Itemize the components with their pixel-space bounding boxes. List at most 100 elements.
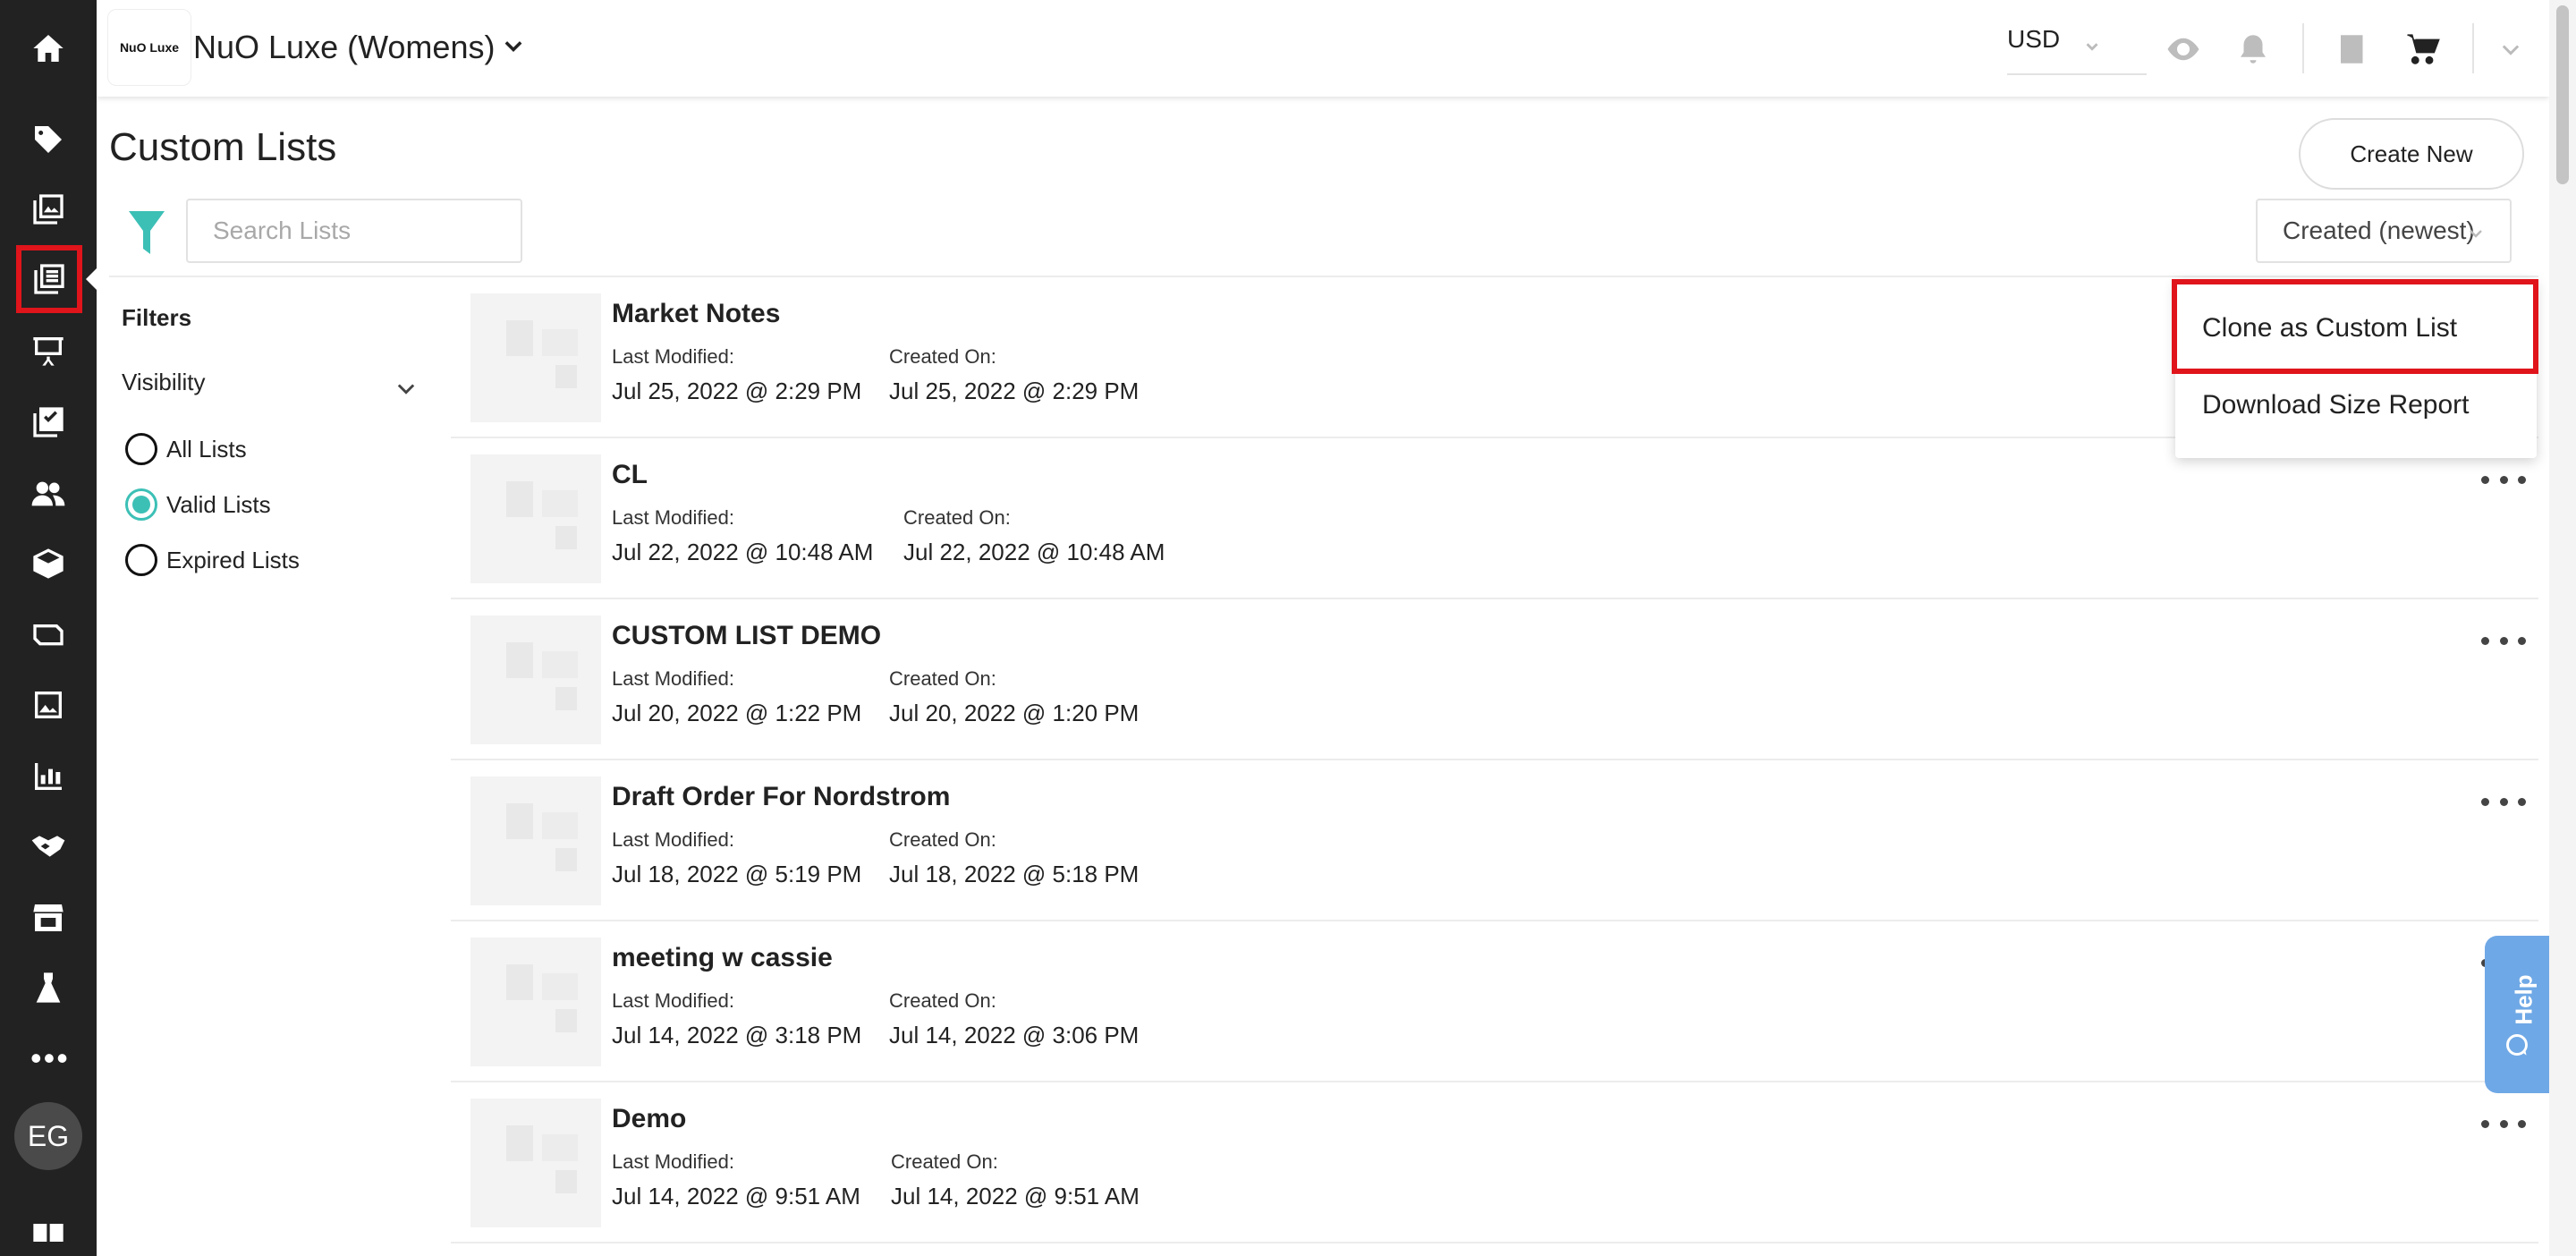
more-options-icon[interactable] xyxy=(2481,630,2526,651)
filter-option-expired-lists[interactable]: Expired Lists xyxy=(125,544,300,576)
list-item[interactable]: CUSTOM LIST DEMO Last Modified: Jul 20, … xyxy=(451,601,2538,760)
filter-icon[interactable] xyxy=(129,211,165,259)
list-name[interactable]: CUSTOM LIST DEMO xyxy=(612,621,881,651)
filters-heading: Filters xyxy=(122,304,192,331)
menu-item-clone-as-custom-list[interactable]: Clone as Custom List xyxy=(2202,313,2457,344)
list-name[interactable]: Demo xyxy=(612,1104,686,1134)
left-sidebar: ••• EG xyxy=(0,0,98,1256)
more-icon[interactable]: ••• xyxy=(30,1042,70,1074)
created-on-value: Jul 18, 2022 @ 5:18 PM xyxy=(889,861,1140,887)
chevron-down-icon xyxy=(2082,34,2102,63)
list-name[interactable]: CL xyxy=(612,460,648,490)
divider xyxy=(2472,23,2474,73)
list-name[interactable]: Market Notes xyxy=(612,299,780,329)
tag-icon[interactable] xyxy=(20,111,77,168)
brand-name[interactable]: NuO Luxe (Womens) xyxy=(193,29,495,66)
sort-selected-value: Created (newest) xyxy=(2283,216,2475,244)
last-modified-value: Jul 22, 2022 @ 10:48 AM xyxy=(612,539,874,565)
currency-value: USD xyxy=(2007,25,2061,53)
list-item[interactable]: Demo Last Modified: Jul 14, 2022 @ 9:51 … xyxy=(451,1084,2538,1243)
list-thumbnail xyxy=(470,454,601,583)
box-icon[interactable] xyxy=(20,535,77,592)
currency-select[interactable]: USD xyxy=(2007,25,2147,75)
last-modified-label: Last Modified: xyxy=(612,667,734,690)
filter-option-all-lists[interactable]: All Lists xyxy=(125,433,247,465)
page-title: Custom Lists xyxy=(109,125,337,169)
created-on-value: Jul 20, 2022 @ 1:20 PM xyxy=(889,700,1140,726)
list-item[interactable]: CL Last Modified: Jul 22, 2022 @ 10:48 A… xyxy=(451,440,2538,599)
visibility-label: Visibility xyxy=(122,369,206,395)
envelope-icon[interactable] xyxy=(20,605,77,662)
create-new-button[interactable]: Create New xyxy=(2299,118,2524,190)
users-icon[interactable] xyxy=(20,465,77,522)
active-indicator xyxy=(86,267,98,292)
last-modified-value: Jul 14, 2022 @ 9:51 AM xyxy=(612,1183,860,1209)
collapse-sidebar-icon[interactable] xyxy=(20,1204,77,1256)
list-item[interactable]: Draft Order For Nordstrom Last Modified:… xyxy=(451,762,2538,921)
radio-button[interactable] xyxy=(125,544,157,576)
chevron-down-icon[interactable] xyxy=(2488,27,2533,72)
list-name[interactable]: Draft Order For Nordstrom xyxy=(612,782,950,812)
cart-icon[interactable] xyxy=(2401,27,2445,72)
list-thumbnail xyxy=(470,615,601,744)
image-icon[interactable] xyxy=(20,676,77,734)
presentation-icon[interactable] xyxy=(20,322,77,379)
created-on-value: Jul 22, 2022 @ 10:48 AM xyxy=(903,539,1165,565)
search-input[interactable] xyxy=(186,199,522,263)
brand-logo: NuO Luxe xyxy=(107,9,191,86)
visibility-toggle[interactable]: Visibility xyxy=(122,369,426,396)
last-modified-label: Last Modified: xyxy=(612,828,734,851)
last-modified-label: Last Modified: xyxy=(612,989,734,1012)
gallery-icon[interactable] xyxy=(20,181,77,238)
list-item[interactable]: meeting w cassie Last Modified: Jul 14, … xyxy=(451,923,2538,1082)
last-modified-label: Last Modified: xyxy=(612,345,734,368)
storefront-icon[interactable] xyxy=(20,889,77,946)
created-on-value: Jul 14, 2022 @ 9:51 AM xyxy=(891,1183,1140,1209)
sort-select[interactable]: Created (newest) xyxy=(2256,199,2512,263)
created-on-label: Created On: xyxy=(889,989,996,1012)
last-modified-value: Jul 20, 2022 @ 1:22 PM xyxy=(612,700,862,726)
chat-icon xyxy=(2506,1034,2528,1056)
list-name[interactable]: meeting w cassie xyxy=(612,943,833,973)
help-tab[interactable]: Help xyxy=(2485,936,2549,1093)
radio-button[interactable] xyxy=(125,433,157,465)
scrollbar-thumb[interactable] xyxy=(2556,5,2569,184)
handshake-icon[interactable] xyxy=(20,818,77,875)
menu-item-download-size-report[interactable]: Download Size Report xyxy=(2202,390,2470,420)
bar-chart-icon[interactable] xyxy=(20,748,77,805)
help-label: Help xyxy=(2510,974,2538,1025)
created-on-value: Jul 14, 2022 @ 3:06 PM xyxy=(889,1022,1140,1048)
more-options-icon[interactable] xyxy=(2481,1113,2526,1134)
list-actions-menu: Clone as Custom List Download Size Repor… xyxy=(2172,279,2538,458)
created-on-label: Created On: xyxy=(889,828,996,851)
avatar[interactable]: EG xyxy=(14,1102,82,1170)
created-on-label: Created On: xyxy=(891,1150,998,1173)
created-on-label: Created On: xyxy=(889,667,996,690)
list-thumbnail xyxy=(470,777,601,905)
list-thumbnail xyxy=(470,1099,601,1227)
catalog-icon[interactable] xyxy=(2331,27,2376,72)
divider xyxy=(109,276,2538,277)
created-on-label: Created On: xyxy=(903,506,1011,529)
chevron-down-icon xyxy=(394,376,419,407)
home-icon[interactable] xyxy=(20,20,77,77)
more-options-icon[interactable] xyxy=(2481,469,2526,490)
bell-icon[interactable] xyxy=(2231,27,2275,72)
checklist-icon[interactable] xyxy=(20,394,77,451)
divider xyxy=(2302,23,2304,73)
chevron-down-icon[interactable] xyxy=(501,34,526,64)
radio-button[interactable] xyxy=(125,488,157,521)
dress-icon[interactable] xyxy=(20,959,77,1016)
filter-option-valid-lists[interactable]: Valid Lists xyxy=(125,488,271,521)
chevron-down-icon xyxy=(2465,222,2487,250)
eye-icon[interactable] xyxy=(2161,27,2206,72)
more-options-icon[interactable] xyxy=(2481,791,2526,812)
created-on-value: Jul 25, 2022 @ 2:29 PM xyxy=(889,378,1140,404)
last-modified-label: Last Modified: xyxy=(612,1150,734,1173)
last-modified-value: Jul 18, 2022 @ 5:19 PM xyxy=(612,861,862,887)
scrollbar[interactable] xyxy=(2549,0,2576,1256)
filter-option-label: Expired Lists xyxy=(166,546,300,573)
list-icon[interactable] xyxy=(16,245,82,313)
last-modified-value: Jul 25, 2022 @ 2:29 PM xyxy=(612,378,862,404)
list-thumbnail xyxy=(470,938,601,1066)
